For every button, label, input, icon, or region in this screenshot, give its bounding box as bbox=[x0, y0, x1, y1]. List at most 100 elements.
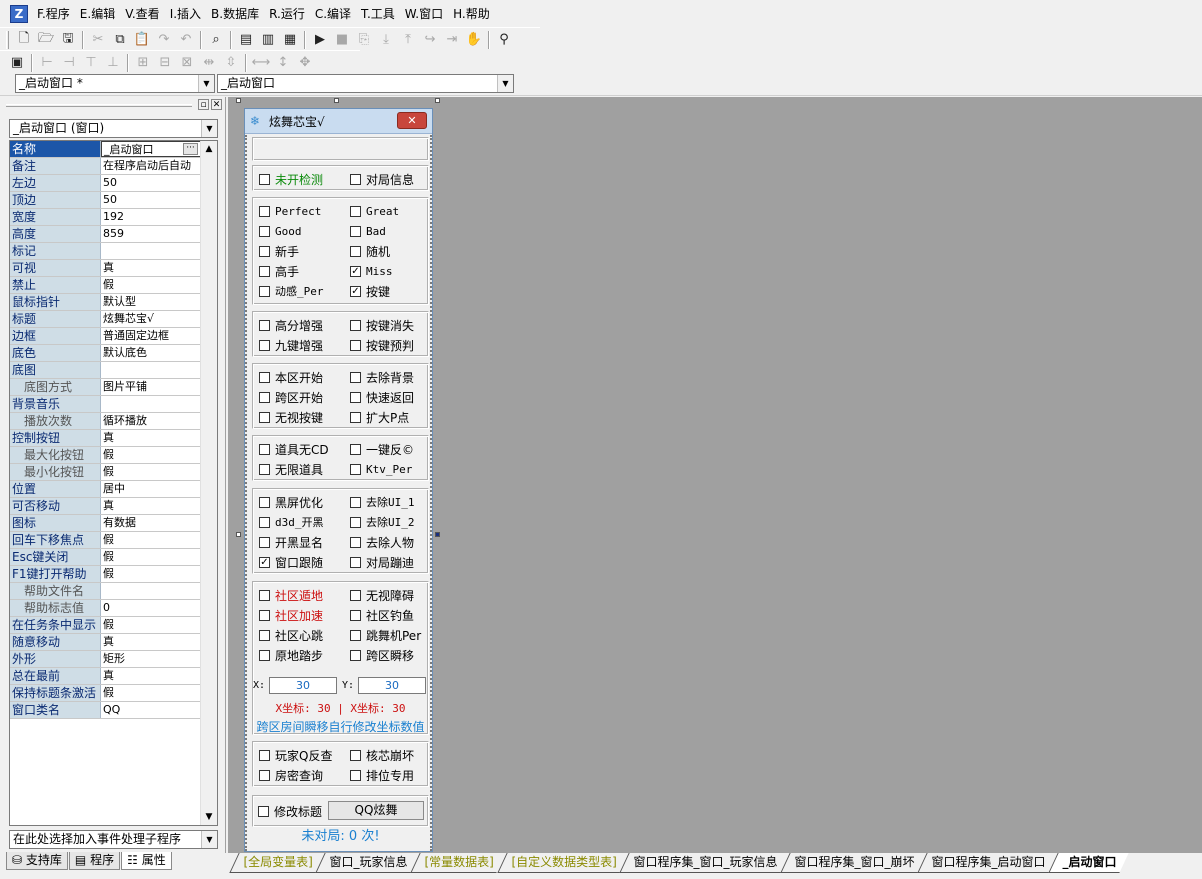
tab-program[interactable]: ▤ 程序 bbox=[68, 852, 121, 870]
step-into-icon[interactable]: ⤓ bbox=[375, 30, 397, 50]
property-row[interactable]: 图标 有数据 bbox=[10, 515, 201, 532]
property-value[interactable]: 真 bbox=[101, 668, 201, 684]
property-row[interactable]: 总在最前真 bbox=[10, 668, 201, 685]
checkbox-box[interactable] bbox=[350, 589, 361, 601]
property-row[interactable]: 底图方式 图片平铺 bbox=[10, 379, 201, 396]
open-folder-icon[interactable]: 🗁 bbox=[35, 30, 57, 50]
option-checkbox[interactable]: 无视障碍 bbox=[350, 586, 414, 604]
checkbox-box[interactable] bbox=[350, 443, 361, 455]
property-row[interactable]: 帮助标志值 0 bbox=[10, 600, 201, 617]
property-value[interactable]: 默认型 bbox=[101, 294, 201, 310]
option-checkbox[interactable]: 扩大P点 bbox=[350, 408, 409, 426]
step-icon[interactable]: ⎘ bbox=[353, 30, 375, 50]
property-row[interactable]: 控制按钮真 bbox=[10, 430, 201, 447]
option-checkbox[interactable]: 房密查询 bbox=[259, 766, 323, 784]
option-checkbox[interactable]: 社区加速 bbox=[259, 606, 323, 624]
option-checkbox[interactable]: 跨区开始 bbox=[259, 388, 323, 406]
property-value[interactable]: 默认底色 bbox=[101, 345, 201, 361]
property-value[interactable]: 192 bbox=[101, 209, 201, 225]
checkbox-box[interactable] bbox=[258, 805, 269, 817]
center-h-icon[interactable]: ⟷ bbox=[250, 53, 272, 73]
option-checkbox[interactable]: 黑屏优化 bbox=[259, 493, 323, 511]
checkbox-box[interactable] bbox=[350, 536, 361, 548]
property-value[interactable]: 假 bbox=[101, 685, 201, 701]
scroll-down-icon[interactable]: ▼ bbox=[201, 809, 217, 825]
undo-icon[interactable]: ↶ bbox=[175, 30, 197, 50]
layout-2-icon[interactable]: ▥ bbox=[257, 30, 279, 50]
property-value[interactable]: _启动窗口 ··· bbox=[101, 141, 201, 157]
redo-icon[interactable]: ↷ bbox=[153, 30, 175, 50]
checkbox-box[interactable] bbox=[259, 391, 270, 403]
property-value[interactable]: 图片平铺 bbox=[101, 379, 201, 395]
property-value[interactable]: 有数据 bbox=[101, 515, 201, 531]
property-value[interactable]: 假 bbox=[101, 549, 201, 565]
checkbox-box[interactable] bbox=[350, 319, 361, 331]
checkbox-box[interactable] bbox=[259, 371, 270, 383]
option-checkbox[interactable]: 排位专用 bbox=[350, 766, 414, 784]
run-to-cursor-icon[interactable]: ⇥ bbox=[441, 30, 463, 50]
option-checkbox[interactable]: Great bbox=[350, 202, 399, 220]
checkbox-box[interactable] bbox=[350, 411, 361, 423]
checkbox-box[interactable] bbox=[259, 443, 270, 455]
option-checkbox[interactable]: 新手 bbox=[259, 242, 299, 260]
option-checkbox[interactable]: 去除人物 bbox=[350, 533, 414, 551]
property-value[interactable] bbox=[101, 243, 201, 259]
property-value[interactable]: 50 bbox=[101, 175, 201, 191]
property-value[interactable]: 假 bbox=[101, 617, 201, 633]
property-value[interactable]: 假 bbox=[101, 566, 201, 582]
property-row[interactable]: 标记 bbox=[10, 243, 201, 260]
option-checkbox[interactable]: ✓ 按键 bbox=[350, 282, 390, 300]
option-checkbox[interactable]: d3d_开黑 bbox=[259, 513, 324, 531]
property-value[interactable]: 矩形 bbox=[101, 651, 201, 667]
property-row[interactable]: 回车下移焦点假 bbox=[10, 532, 201, 549]
resize-handle[interactable] bbox=[334, 98, 339, 103]
copy-icon[interactable]: ⧉ bbox=[109, 30, 131, 50]
property-row[interactable]: 可否移动真 bbox=[10, 498, 201, 515]
align-left-icon[interactable]: ⊢ bbox=[36, 53, 58, 73]
editor-tab[interactable]: _启动窗口 bbox=[1048, 853, 1129, 873]
restore-icon[interactable]: ▫ bbox=[198, 99, 209, 110]
option-checkbox[interactable]: 随机 bbox=[350, 242, 390, 260]
title-input[interactable]: QQ炫舞 bbox=[328, 801, 424, 820]
property-value[interactable]: 居中 bbox=[101, 481, 201, 497]
property-value[interactable]: 假 bbox=[101, 447, 201, 463]
designed-window[interactable]: ❄ 炫舞芯宝√ ✕ 未开检测 对局信息 Perfect Great Good Bad 新手 随… bbox=[244, 108, 433, 852]
menu-item-4[interactable]: B.数据库 bbox=[206, 5, 264, 22]
checkbox-box[interactable] bbox=[350, 516, 361, 528]
align-center-icon[interactable]: ⊣ bbox=[58, 53, 80, 73]
checkbox-box[interactable] bbox=[350, 629, 361, 641]
checkbox-box[interactable] bbox=[259, 265, 270, 277]
property-row[interactable]: 在任务条中显示假 bbox=[10, 617, 201, 634]
checkbox-box[interactable] bbox=[350, 749, 361, 761]
property-value[interactable]: 在程序启动后自动 bbox=[101, 158, 201, 174]
checkbox-box[interactable] bbox=[350, 371, 361, 383]
checkbox-box[interactable] bbox=[259, 609, 270, 621]
align-top-icon[interactable]: ⊤ bbox=[80, 53, 102, 73]
property-row[interactable]: 可视真 bbox=[10, 260, 201, 277]
checkbox-box[interactable] bbox=[259, 285, 270, 297]
option-checkbox[interactable]: 去除UI_1 bbox=[350, 493, 415, 511]
option-checkbox[interactable]: ✓ Miss bbox=[350, 262, 393, 280]
option-checkbox[interactable]: 道具无CD bbox=[259, 440, 329, 458]
property-value[interactable]: 50 bbox=[101, 192, 201, 208]
property-value[interactable] bbox=[101, 362, 201, 378]
checkbox-box[interactable] bbox=[350, 339, 361, 351]
checkbox-box[interactable] bbox=[259, 411, 270, 423]
option-checkbox[interactable]: 社区心跳 bbox=[259, 626, 323, 644]
event-select[interactable]: 在此处选择加入事件处理子程序 ▼ bbox=[9, 830, 218, 849]
checkmark-icon[interactable]: ✓ bbox=[350, 285, 361, 297]
property-value[interactable]: 859 bbox=[101, 226, 201, 242]
space-h-icon[interactable]: ⇹ bbox=[198, 53, 220, 73]
chevron-down-icon[interactable]: ▼ bbox=[201, 120, 217, 137]
property-value[interactable]: 假 bbox=[101, 464, 201, 480]
stop-icon[interactable]: ■ bbox=[331, 30, 353, 50]
tab-properties[interactable]: ☷ 属性 bbox=[121, 852, 172, 870]
property-row[interactable]: 备注 在程序启动后自动 bbox=[10, 158, 201, 175]
option-checkbox[interactable]: 无视按键 bbox=[259, 408, 323, 426]
property-scrollbar[interactable]: ▲ ▼ bbox=[200, 141, 217, 825]
checkbox-box[interactable] bbox=[259, 536, 270, 548]
property-row[interactable]: 窗口类名 QQ bbox=[10, 702, 201, 719]
resize-handle[interactable] bbox=[236, 532, 241, 537]
property-value[interactable]: 假 bbox=[101, 277, 201, 293]
checkbox-box[interactable] bbox=[259, 339, 270, 351]
